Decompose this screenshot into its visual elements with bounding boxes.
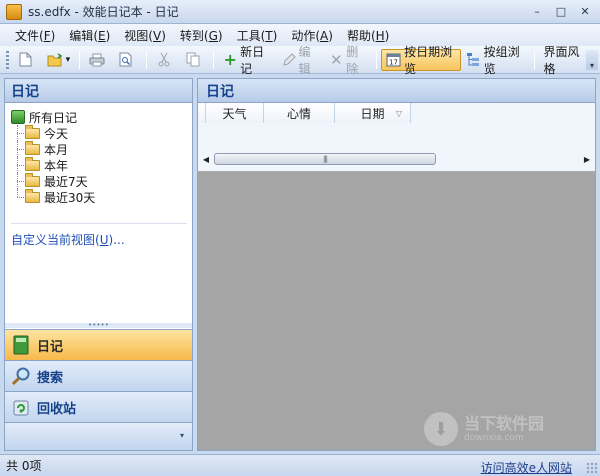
diary-grid: 天气 心情 日期 ▽ ◀ ||| ▶ xyxy=(198,103,595,171)
magnifier-icon xyxy=(11,366,31,386)
folder-icon xyxy=(25,124,40,139)
toolbar-grip[interactable] xyxy=(6,50,9,69)
recycle-bin-icon xyxy=(11,397,31,417)
diary-list-title: 日记 xyxy=(198,79,595,103)
scissors-icon xyxy=(156,52,172,68)
plus-icon: + xyxy=(223,50,237,69)
folder-icon xyxy=(25,172,40,187)
menu-view[interactable]: 视图(V) xyxy=(117,25,173,46)
menu-goto[interactable]: 转到(G) xyxy=(173,25,230,46)
group-tree-icon xyxy=(466,52,481,68)
menu-edit[interactable]: 编辑(E) xyxy=(62,25,117,46)
svg-text:17: 17 xyxy=(389,59,398,67)
tree-item-last-30-days[interactable]: 最近30天 xyxy=(11,188,186,205)
customize-view-link[interactable]: 自定义当前视图(U)... xyxy=(11,231,125,248)
diary-list-pane: 日记 天气 心情 日期 ▽ ◀ ||| ▶ ⬇ 当下软件园 downxia.co… xyxy=(197,78,596,451)
nav-button-search[interactable]: 搜索 xyxy=(5,360,192,391)
copy-button[interactable] xyxy=(180,49,209,71)
toolbar-overflow-button[interactable]: ▾ xyxy=(586,50,598,70)
scroll-right-arrow-icon[interactable]: ▶ xyxy=(579,151,595,167)
toolbar-separator xyxy=(376,50,378,69)
column-header-weather[interactable]: 天气 xyxy=(206,103,264,123)
folder-icon xyxy=(25,156,40,171)
open-dropdown-arrow[interactable]: ▾ xyxy=(66,55,71,65)
window-controls: – □ ✕ xyxy=(526,3,596,20)
folder-icon xyxy=(25,188,40,203)
resize-grip[interactable] xyxy=(586,462,598,474)
copy-icon xyxy=(185,52,201,68)
scroll-left-arrow-icon[interactable]: ◀ xyxy=(198,151,214,167)
tree-item-today[interactable]: 今天 xyxy=(11,124,186,141)
toolbar-separator xyxy=(213,50,215,69)
navigation-pane: 日记 所有日记 今天 本月 本年 最近7天 最近30天 自定义当前视图(U)..… xyxy=(4,78,193,451)
new-document-button[interactable] xyxy=(13,49,42,71)
tree-root-all-diaries[interactable]: 所有日记 xyxy=(11,109,186,125)
folder-icon xyxy=(25,140,40,155)
open-folder-icon xyxy=(47,52,63,68)
tree-item-this-month[interactable]: 本月 xyxy=(11,140,186,157)
print-preview-icon xyxy=(118,52,134,68)
close-button[interactable]: ✕ xyxy=(574,3,596,20)
column-header-date[interactable]: 日期 ▽ xyxy=(335,103,411,123)
diary-tree: 所有日记 今天 本月 本年 最近7天 最近30天 xyxy=(5,105,192,223)
toolbar-separator xyxy=(533,50,535,69)
scrollbar-track[interactable]: ||| xyxy=(214,152,579,166)
diary-book-icon xyxy=(11,110,25,124)
minimize-button[interactable]: – xyxy=(526,3,548,20)
configure-buttons-icon[interactable]: ▾ xyxy=(180,431,184,440)
toolbar-separator xyxy=(79,50,81,69)
column-header-mood[interactable]: 心情 xyxy=(264,103,335,123)
item-count: 共 0项 xyxy=(6,459,42,473)
window-title: ss.edfx - 效能日记本 - 日记 xyxy=(28,5,179,19)
browse-by-date-button[interactable]: 17 按日期浏览 xyxy=(381,45,461,76)
tree-item-this-year[interactable]: 本年 xyxy=(11,156,186,173)
app-notebook-icon xyxy=(6,3,22,20)
maximize-button[interactable]: □ xyxy=(550,3,572,20)
horizontal-scrollbar[interactable]: ◀ ||| ▶ xyxy=(198,151,595,167)
diary-preview-area: ⬇ 当下软件园 downxia.com xyxy=(198,173,595,450)
download-arrow-icon: ⬇ xyxy=(424,412,458,446)
menu-file[interactable]: 文件(F) xyxy=(8,25,62,46)
nav-button-recycle-bin[interactable]: 回收站 xyxy=(5,391,192,422)
print-preview-button[interactable] xyxy=(113,49,142,71)
status-bar: 共 0项 访问高效e人网站 xyxy=(0,454,600,476)
visit-website-link[interactable]: 访问高效e人网站 xyxy=(481,459,572,476)
new-document-icon xyxy=(18,52,34,68)
title-bar: ss.edfx - 效能日记本 - 日记 – □ ✕ xyxy=(0,0,600,24)
watermark-logo: ⬇ 当下软件园 downxia.com xyxy=(424,409,594,449)
toolbar: ▾ + 新日记 编辑 ✕ 删除 17 按日期浏览 按组浏览 界面风格 ▾ xyxy=(0,45,600,76)
tree-item-last-7-days[interactable]: 最近7天 xyxy=(11,172,186,189)
browse-by-group-button[interactable]: 按组浏览 xyxy=(461,45,530,76)
pencil-icon xyxy=(282,52,296,68)
pane-splitter[interactable]: ••••• xyxy=(5,322,192,329)
grid-header-row: 天气 心情 日期 ▽ xyxy=(198,103,411,123)
cut-button[interactable] xyxy=(151,49,180,71)
open-button[interactable]: ▾ xyxy=(42,49,76,71)
toolbar-separator xyxy=(146,50,148,69)
diary-book-icon xyxy=(11,335,31,355)
nav-pane-footer: ▾ xyxy=(5,422,192,450)
navigation-pane-title: 日记 xyxy=(5,79,192,103)
delete-x-icon: ✕ xyxy=(330,50,343,69)
tree-divider xyxy=(11,223,187,224)
print-button[interactable] xyxy=(84,49,113,71)
sort-descending-icon: ▽ xyxy=(395,108,402,118)
printer-icon xyxy=(89,52,105,68)
calendar-icon: 17 xyxy=(386,52,401,68)
new-entry-button[interactable]: + 新日记 xyxy=(218,45,276,76)
delete-button[interactable]: ✕ 删除 xyxy=(324,45,372,76)
nav-button-diary[interactable]: 日记 xyxy=(5,329,192,360)
edit-button[interactable]: 编辑 xyxy=(277,45,325,76)
grid-row-selector-header xyxy=(198,103,206,123)
scrollbar-thumb[interactable]: ||| xyxy=(214,153,436,165)
